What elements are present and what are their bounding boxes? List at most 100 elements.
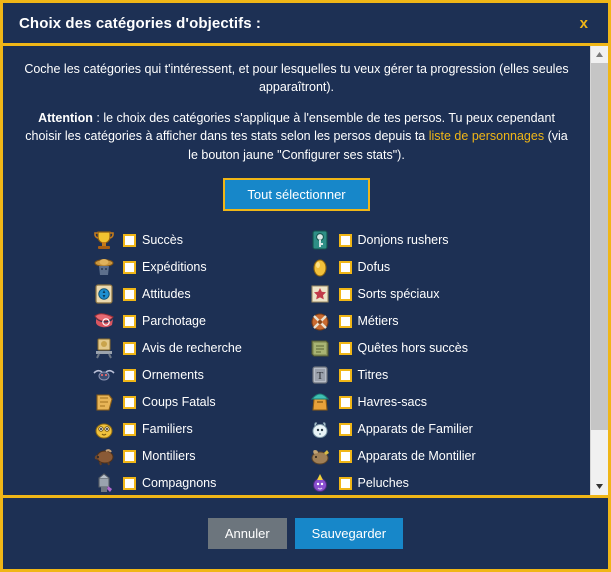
- category-row[interactable]: Succès: [91, 227, 297, 254]
- pet-icon: [91, 417, 117, 441]
- category-row[interactable]: Ornements: [91, 362, 297, 389]
- category-checkbox[interactable]: [338, 395, 352, 409]
- category-label: Métiers: [357, 314, 399, 329]
- close-icon[interactable]: x: [574, 14, 594, 33]
- category-checkbox[interactable]: [338, 233, 352, 247]
- category-label: Havres-sacs: [357, 395, 427, 410]
- plush-icon: [307, 471, 333, 495]
- category-row[interactable]: Apparats de Familier: [307, 416, 575, 443]
- category-label: Avis de recherche: [142, 341, 242, 356]
- spell-scroll-icon: [307, 282, 333, 306]
- category-row[interactable]: Havres-sacs: [307, 389, 575, 416]
- category-row[interactable]: Donjons rushers: [307, 227, 575, 254]
- category-label: Attitudes: [142, 287, 191, 302]
- category-checkbox[interactable]: [338, 449, 352, 463]
- category-row[interactable]: Apparats de Montilier: [307, 443, 575, 470]
- category-row[interactable]: Quêtes hors succès: [307, 335, 575, 362]
- category-label: Ornements: [142, 368, 204, 383]
- category-label: Dofus: [357, 260, 391, 275]
- mount-skin-icon: [307, 444, 333, 468]
- explorer-icon: [91, 255, 117, 279]
- category-checkbox[interactable]: [338, 314, 352, 328]
- dialog-body: Coche les catégories qui t'intéressent, …: [3, 46, 590, 495]
- category-checkbox[interactable]: [123, 314, 136, 328]
- category-label: Apparats de Familier: [357, 422, 473, 437]
- category-row[interactable]: Parchotage: [91, 308, 297, 335]
- ornament-icon: [91, 363, 117, 387]
- quest-book-icon: [307, 336, 333, 360]
- svg-text:T: T: [316, 370, 323, 382]
- title-t-icon: T: [307, 363, 333, 387]
- category-row[interactable]: Peluches: [307, 470, 575, 495]
- category-row[interactable]: Montiliers: [91, 443, 297, 470]
- category-label: Familiers: [142, 422, 193, 437]
- category-checkbox[interactable]: [123, 368, 136, 382]
- dialog-body-wrapper: Coche les catégories qui t'intéressent, …: [3, 46, 608, 498]
- scrollbar-thumb[interactable]: [591, 63, 608, 430]
- intro-line-1: Coche les catégories qui t'intéressent, …: [24, 62, 569, 95]
- vertical-scrollbar[interactable]: [590, 46, 608, 495]
- category-checkbox[interactable]: [123, 422, 136, 436]
- category-choice-dialog: Choix des catégories d'objectifs : x Coc…: [0, 0, 611, 572]
- save-button[interactable]: Sauvegarder: [294, 518, 404, 549]
- mount-icon: [91, 444, 117, 468]
- intro-line-2: Attention : le choix des catégories s'ap…: [21, 109, 572, 163]
- category-label: Peluches: [357, 476, 409, 491]
- category-row[interactable]: Compagnons: [91, 470, 297, 495]
- select-all-button[interactable]: Tout sélectionner: [223, 177, 370, 211]
- category-row[interactable]: Dofus: [307, 254, 575, 281]
- profession-icon: [307, 309, 333, 333]
- category-checkbox[interactable]: [338, 260, 352, 274]
- wanted-poster-icon: [91, 336, 117, 360]
- category-label: Compagnons: [142, 476, 217, 491]
- select-all-row: Tout sélectionner: [13, 177, 580, 211]
- category-label: Quêtes hors succès: [357, 341, 468, 356]
- category-label: Expéditions: [142, 260, 207, 275]
- category-columns: Succès Expéditions Attitudes Parchotage Avis…: [13, 227, 580, 495]
- category-row[interactable]: Sorts spéciaux: [307, 281, 575, 308]
- category-row[interactable]: Avis de recherche: [91, 335, 297, 362]
- category-row[interactable]: Coups Fatals: [91, 389, 297, 416]
- category-row[interactable]: T Titres: [307, 362, 575, 389]
- category-label: Donjons rushers: [357, 233, 449, 248]
- scroll-blue-icon: [91, 282, 117, 306]
- category-checkbox[interactable]: [123, 476, 136, 490]
- character-list-link[interactable]: liste de personnages: [429, 129, 544, 143]
- dofus-egg-icon: [307, 255, 333, 279]
- dungeon-key-icon: [307, 228, 333, 252]
- category-label: Succès: [142, 233, 183, 248]
- category-checkbox[interactable]: [123, 449, 136, 463]
- category-label: Montiliers: [142, 449, 196, 464]
- category-row[interactable]: Familiers: [91, 416, 297, 443]
- category-row[interactable]: Expéditions: [91, 254, 297, 281]
- category-label: Titres: [357, 368, 389, 383]
- attention-label: Attention: [38, 111, 93, 126]
- category-label: Coups Fatals: [142, 395, 216, 410]
- category-checkbox[interactable]: [338, 368, 352, 382]
- category-checkbox[interactable]: [123, 287, 136, 301]
- pet-skin-icon: [307, 417, 333, 441]
- dialog-title: Choix des catégories d'objectifs :: [19, 14, 262, 32]
- category-column-left: Succès Expéditions Attitudes Parchotage Avis…: [19, 227, 297, 495]
- companion-icon: [91, 471, 117, 495]
- scroll-down-arrow-icon[interactable]: [591, 478, 608, 495]
- category-checkbox[interactable]: [123, 395, 136, 409]
- category-checkbox[interactable]: [338, 287, 352, 301]
- parchment-red-icon: [91, 309, 117, 333]
- category-checkbox[interactable]: [123, 233, 136, 247]
- haven-bag-icon: [307, 390, 333, 414]
- category-row[interactable]: Métiers: [307, 308, 575, 335]
- category-label: Sorts spéciaux: [357, 287, 440, 302]
- dialog-titlebar: Choix des catégories d'objectifs : x: [3, 3, 608, 46]
- cancel-button[interactable]: Annuler: [207, 518, 287, 549]
- category-row[interactable]: Attitudes: [91, 281, 297, 308]
- dialog-footer: Annuler Sauvegarder: [3, 498, 608, 569]
- scroll-up-arrow-icon[interactable]: [591, 46, 608, 63]
- scrollbar-track[interactable]: [591, 63, 608, 478]
- category-checkbox[interactable]: [338, 341, 352, 355]
- trophy-icon: [91, 228, 117, 252]
- category-checkbox[interactable]: [338, 422, 352, 436]
- category-checkbox[interactable]: [338, 476, 352, 490]
- category-checkbox[interactable]: [123, 341, 136, 355]
- category-checkbox[interactable]: [123, 260, 136, 274]
